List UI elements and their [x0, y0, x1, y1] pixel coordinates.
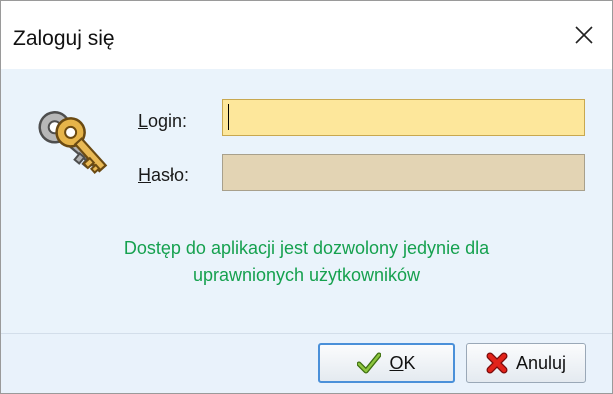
title-bar: Zaloguj się — [1, 1, 612, 69]
text-caret — [228, 104, 229, 130]
password-label: Hasło: — [138, 165, 190, 185]
login-dialog: Zaloguj się Login: Hasło: Dostęp do apli… — [0, 0, 613, 394]
login-label: Login: — [138, 111, 188, 131]
cancel-button-label: Anuluj — [515, 352, 567, 373]
cancel-button[interactable]: Anuluj — [466, 343, 586, 383]
red-x-icon — [486, 352, 508, 374]
ok-button[interactable]: OK — [318, 343, 455, 383]
access-notice: Dostęp do aplikacji jest dozwolony jedyn… — [1, 235, 612, 289]
button-bar: OK Anuluj — [1, 333, 612, 393]
dialog-body: Login: Hasło: Dostęp do aplikacji jest d… — [1, 69, 612, 393]
keys-icon — [38, 111, 108, 174]
close-button[interactable] — [556, 1, 612, 69]
close-icon — [575, 26, 593, 44]
ok-button-label: OK — [389, 352, 416, 373]
access-notice-line1: Dostęp do aplikacji jest dozwolony jedyn… — [123, 238, 490, 258]
checkmark-icon — [357, 352, 382, 374]
window-title: Zaloguj się — [13, 27, 115, 50]
password-input[interactable] — [222, 154, 585, 191]
access-notice-line2: uprawnionych użytkowników — [192, 265, 421, 285]
login-input[interactable] — [222, 99, 585, 136]
